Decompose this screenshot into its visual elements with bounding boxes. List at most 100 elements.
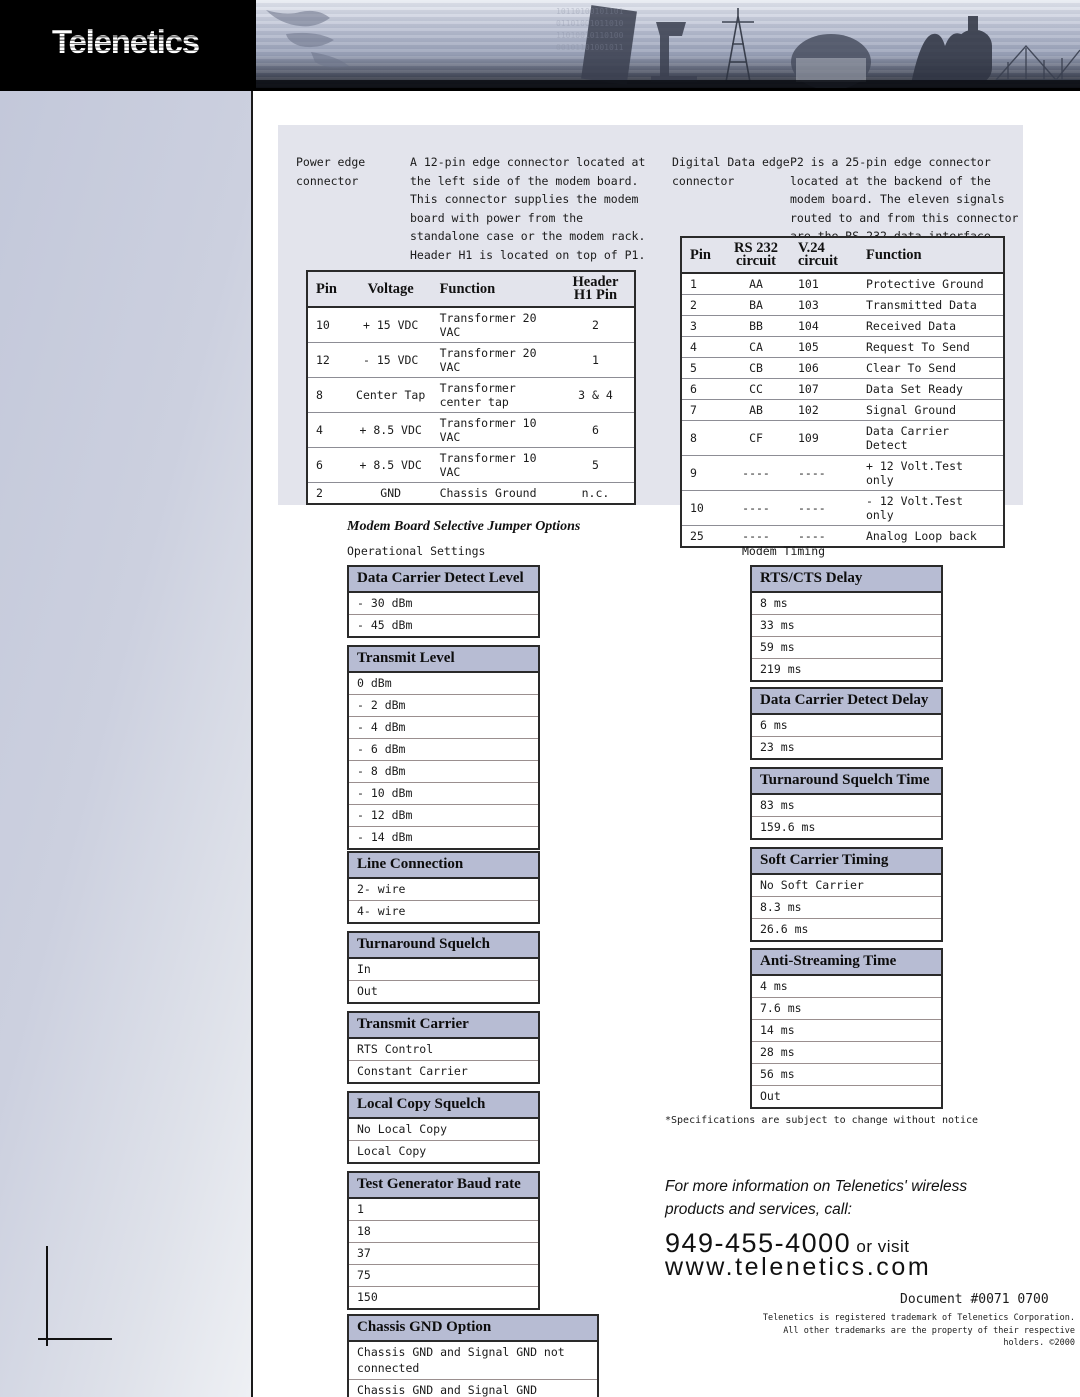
company-address: 25111 Arctic Ocean Drive Lake Forest, CA… [58,1365,307,1397]
table-cell: Transformer 10 VAC [431,412,555,448]
table-cell: 6 [682,378,720,400]
table-cell: 6 [554,412,634,448]
operational-setting-box: Test Generator Baud rate 1 18 37 75 150 [347,1171,540,1310]
table-cell: 10 [682,490,720,526]
cta-line-1: For more information on Telenetics' wire… [665,1178,968,1195]
table-cell: 107 [790,378,858,400]
operational-setting-box: Turnaround Squelch In Out [347,931,540,1004]
operational-setting-option[interactable]: 1 [349,1199,538,1221]
table-cell: 5 [682,357,720,379]
operational-setting-title: Data Carrier Detect Level [349,567,538,593]
operational-setting-option[interactable]: Chassis GND and Signal GND not connected [349,1342,597,1380]
operational-setting-option[interactable]: 4- wire [349,901,538,922]
table-cell: ---- [720,525,790,546]
table-cell: BB [720,315,790,337]
call-to-action: For more information on Telenetics' wire… [665,1175,1065,1221]
table-cell: Received Data [858,315,1003,337]
svg-text:11010010110100: 11010010110100 [556,31,624,40]
operational-setting-option[interactable]: Local Copy [349,1141,538,1162]
operational-setting-option[interactable]: Constant Carrier [349,1061,538,1082]
operational-setting-option[interactable]: 18 [349,1221,538,1243]
modem-timing-option[interactable]: 56 ms [752,1064,941,1086]
operational-setting-option[interactable]: No Local Copy [349,1119,538,1141]
operational-setting-box: Data Carrier Detect Level - 30 dBm - 45 dB… [347,565,540,638]
document-number: Document #0071 0700 [900,1292,1049,1307]
operational-setting-option[interactable]: 37 [349,1243,538,1265]
table-row: 7 AB 102 Signal Ground [682,399,1003,421]
operational-setting-title: Test Generator Baud rate [349,1173,538,1199]
table-cell: 7 [682,399,720,421]
operational-setting-option[interactable]: - 4 dBm [349,717,538,739]
operational-setting-box: Transmit Level 0 dBm - 2 dBm - 4 dBm - 6 dBm… [347,645,540,850]
operational-setting-option[interactable]: RTS Control [349,1039,538,1061]
table-cell: 6 [308,447,348,483]
table-cell: ---- [720,455,790,491]
modem-timing-option[interactable]: 159.6 ms [752,817,941,838]
modem-timing-option[interactable]: 33 ms [752,615,941,637]
column-header: Function [431,272,555,308]
operational-setting-option[interactable]: - 2 dBm [349,695,538,717]
table-cell: ---- [720,490,790,526]
operational-setting-option[interactable]: - 12 dBm [349,805,538,827]
table-cell: 2 [682,294,720,316]
modem-timing-option[interactable]: 6 ms [752,715,941,737]
table-cell: CC [720,378,790,400]
rs232-pinout-table: Pin RS 232 circuit V.24 circuit Function 1A… [680,236,1005,548]
operational-settings-label: Operational Settings [347,544,486,558]
operational-setting-title: Local Copy Squelch [349,1093,538,1119]
modem-timing-option[interactable]: 26.6 ms [752,919,941,940]
table-cell: 4 [682,336,720,358]
operational-setting-option[interactable]: - 30 dBm [349,593,538,615]
table-cell: 102 [790,399,858,421]
modem-timing-option[interactable]: 83 ms [752,795,941,817]
table-row: 8 CF 109 Data Carrier Detect [682,420,1003,456]
modem-timing-option[interactable]: 59 ms [752,637,941,659]
jumper-options-title: Modem Board Selective Jumper Options [347,519,581,534]
modem-timing-box: Turnaround Squelch Time 83 ms 159.6 ms [750,767,943,840]
operational-setting-option[interactable]: 0 dBm [349,673,538,695]
table-cell: AA [720,273,790,295]
operational-setting-option[interactable]: - 6 dBm [349,739,538,761]
modem-timing-option[interactable]: 8.3 ms [752,897,941,919]
operational-setting-box: Chassis GND Option Chassis GND and Signal… [347,1314,599,1397]
operational-setting-title: Turnaround Squelch [349,933,538,959]
modem-timing-option[interactable]: 14 ms [752,1020,941,1042]
header-banner-image: 10110100101101 01101001011010 1101001011… [256,0,1080,88]
modem-timing-option[interactable]: 7.6 ms [752,998,941,1020]
modem-timing-option[interactable]: 28 ms [752,1042,941,1064]
modem-timing-option[interactable]: 23 ms [752,737,941,758]
modem-timing-option[interactable]: Out [752,1086,941,1107]
table-cell: 3 & 4 [554,377,634,413]
operational-setting-option[interactable]: Chassis GND and Signal GND connected tog… [349,1380,597,1397]
table-cell: 101 [790,273,858,295]
power-connector-label: Power edge connector [296,155,366,188]
operational-setting-option[interactable]: - 10 dBm [349,783,538,805]
table-cell: 8 [682,420,720,456]
trademark-line-2: All other trademarks are the property of… [783,1325,1075,1349]
operational-setting-option[interactable]: Out [349,981,538,1002]
modem-timing-option[interactable]: 8 ms [752,593,941,615]
modem-timing-title: Data Carrier Detect Delay [752,689,941,715]
table-cell: 1 [554,342,634,378]
table-cell: 104 [790,315,858,337]
operational-setting-option[interactable]: - 14 dBm [349,827,538,848]
modem-timing-option[interactable]: 4 ms [752,976,941,998]
operational-setting-option[interactable]: 75 [349,1265,538,1287]
table-cell: - 12 Volt.Test only [858,490,1003,526]
modem-timing-option[interactable]: 219 ms [752,659,941,680]
table-row: 9 ---- ---- + 12 Volt.Test only [682,455,1003,491]
column-header: Voltage [347,272,432,308]
table-cell: Transformer 20 VAC [431,342,555,378]
table-row: 4 CA 105 Request To Send [682,336,1003,358]
footer-website[interactable]: www.telenetics.com [665,1253,931,1282]
operational-setting-option[interactable]: In [349,959,538,981]
table-cell: n.c. [554,482,634,503]
modem-timing-option[interactable]: No Soft Carrier [752,875,941,897]
table-cell: Request To Send [858,336,1003,358]
operational-setting-option[interactable]: 2- wire [349,879,538,901]
operational-setting-option[interactable]: - 45 dBm [349,615,538,636]
modem-timing-box: RTS/CTS Delay 8 ms 33 ms 59 ms 219 ms [750,565,943,682]
operational-setting-option[interactable]: 150 [349,1287,538,1308]
table-cell: 106 [790,357,858,379]
operational-setting-option[interactable]: - 8 dBm [349,761,538,783]
